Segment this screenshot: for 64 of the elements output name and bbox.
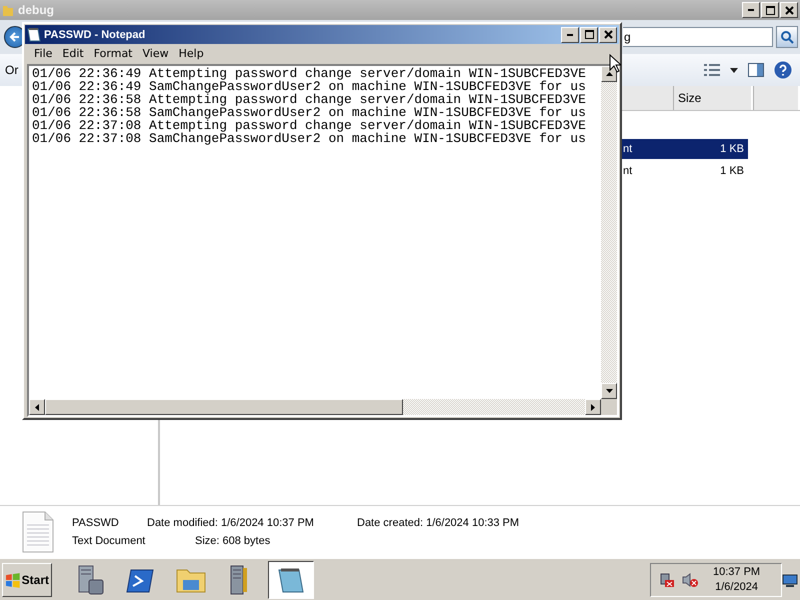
clock-time[interactable]: 10:37 PM [713,565,760,580]
size-text: 1 KB [719,165,745,177]
address-field[interactable]: g [623,27,773,47]
back-arrow-icon [9,31,21,43]
maximize-button[interactable] [761,2,779,18]
minimize-icon [748,9,754,11]
document-icon [22,511,54,553]
file-row[interactable]: nt 1 KB [621,161,748,181]
search-icon [780,30,794,44]
file-type: Text Document [72,535,146,547]
menu-item[interactable]: File [29,47,58,60]
selected-row[interactable]: nt 1 KB [621,139,748,159]
type-text: nt [622,165,634,177]
minimize-button[interactable] [742,2,760,18]
help-icon[interactable] [774,61,792,79]
muted-speaker-icon[interactable] [681,572,699,588]
show-desktop-icon[interactable] [782,573,798,587]
text-area[interactable] [29,66,601,399]
file-name: PASSWD [72,517,120,529]
horizontal-scrollbar[interactable] [29,399,617,415]
search-button[interactable] [776,26,798,48]
taskbar-button[interactable] [268,561,314,599]
view-list-icon[interactable] [704,63,720,77]
up-arrow-icon [606,72,612,76]
clock-date[interactable]: 1/6/2024 [715,580,758,595]
menu-item[interactable]: View [138,47,174,60]
vertical-scrollbar[interactable] [601,66,617,399]
network-icon[interactable] [659,572,675,588]
toolbar-button[interactable]: Or [5,63,18,77]
detail-text: Size: 608 bytes [194,535,272,547]
scrollbar-corner [601,399,617,415]
column-header[interactable]: Size [673,86,753,110]
caret-icon[interactable] [730,68,738,72]
window-title: PASSWD - Notepad [44,28,146,40]
left-arrow-icon [35,404,39,410]
preview-pane-icon[interactable] [748,63,764,77]
menu-item[interactable]: Edit [57,47,89,60]
maximize-button[interactable] [580,26,598,42]
windows-logo-icon [5,572,21,588]
detail-text: Date modified: 1/6/2024 10:37 PM [147,517,315,529]
text-line: 01/06 22:36:58 SamChangePasswordUser2 on machine WIN-1SUBCFED3VE for us [32,106,587,119]
start-button[interactable]: Start [2,563,52,597]
folder-icon [2,3,14,17]
notepad-icon [27,27,41,42]
text-line: 01/06 22:37:08 SamChangePasswordUser2 on machine WIN-1SUBCFED3VE for us [32,132,587,145]
close-button[interactable] [599,26,617,42]
text-line: 01/06 22:36:49 Attempting password change server/domain WIN-1SUBCFED3VE [32,67,587,80]
close-icon [602,28,614,41]
close-button[interactable] [780,2,798,18]
down-arrow-icon [606,389,612,393]
detail-text: Date created: 1/6/2024 10:33 PM [357,517,520,529]
right-arrow-icon [591,404,595,410]
window-title: debug [18,3,54,17]
close-icon [782,4,796,16]
menu-item[interactable]: Format [88,47,138,60]
menu-item[interactable]: Help [174,47,209,60]
text-line: 01/06 22:37:08 Attempting password change server/domain WIN-1SUBCFED3VE [32,119,587,132]
size-text: 1 KB [719,143,745,155]
type-text: nt [622,143,634,155]
text-line: 01/06 22:36:58 Attempting password change server/domain WIN-1SUBCFED3VE [32,93,587,106]
text-line: 01/06 22:36:49 SamChangePasswordUser2 on machine WIN-1SUBCFED3VE for us [32,80,587,93]
maximize-icon [582,28,596,41]
minimize-icon [567,34,573,36]
minimize-button[interactable] [561,26,579,42]
